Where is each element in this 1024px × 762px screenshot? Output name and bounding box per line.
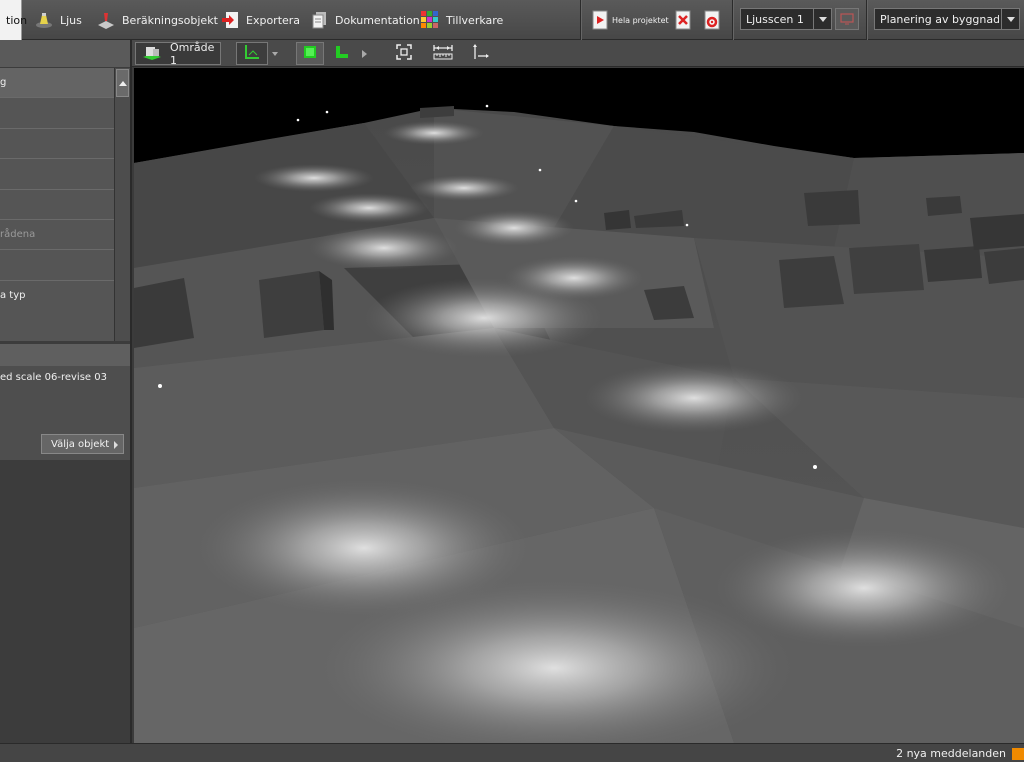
tab-export[interactable]: Exportera xyxy=(214,0,306,40)
tab-calc-objects-label: Beräkningsobjekt xyxy=(122,13,218,27)
list-item[interactable] xyxy=(0,190,114,220)
view-more-arrow[interactable] xyxy=(358,42,370,65)
chevron-down-icon xyxy=(1001,9,1019,29)
elevation-icon xyxy=(334,44,350,63)
list-item: rådena xyxy=(0,220,114,251)
light-scene-value: Ljusscen 1 xyxy=(746,12,804,26)
tab-calc-objects[interactable]: Beräkningsobjekt xyxy=(90,0,224,40)
manufacturer-grid-icon xyxy=(420,10,440,30)
run-project-button[interactable]: Hela projektet xyxy=(586,0,675,40)
zoom-extents-button[interactable] xyxy=(392,42,416,65)
project-label: Hela projektet xyxy=(612,15,669,25)
3d-viewport[interactable] xyxy=(134,68,1024,743)
object-list: g rådena a typ xyxy=(0,68,114,341)
message-indicator-icon[interactable] xyxy=(1012,748,1024,760)
3d-scene-render xyxy=(134,68,1024,743)
status-bar: 2 nya meddelanden xyxy=(0,743,1024,762)
3d-cube-icon xyxy=(302,44,318,63)
messages-link[interactable]: 2 nya meddelanden xyxy=(896,747,1006,760)
chevron-down-icon xyxy=(813,9,831,29)
tab-export-label: Exportera xyxy=(246,13,301,27)
dimension-arrows-icon xyxy=(470,43,490,64)
documents-icon xyxy=(309,10,329,30)
planning-dropdown[interactable]: Planering av byggnader... xyxy=(874,8,1020,30)
list-scrollbar[interactable] xyxy=(114,68,130,341)
tab-lights-label: Ljus xyxy=(60,13,82,27)
tab-lights[interactable]: Ljus xyxy=(28,0,88,40)
lamp-icon xyxy=(34,10,54,30)
select-object-label: Välja objekt xyxy=(51,438,110,450)
object-name: ed scale 06-revise 03 xyxy=(0,372,107,383)
ruler-icon xyxy=(432,43,454,64)
tab-construction[interactable]: tion xyxy=(0,0,27,40)
floorplan-options-dropdown[interactable] xyxy=(268,42,282,65)
info-section-header xyxy=(0,344,130,366)
run-calculation-icon xyxy=(592,10,608,30)
toolbar-divider xyxy=(732,0,733,40)
tab-documentation[interactable]: Dokumentation xyxy=(303,0,426,40)
chevron-right-icon xyxy=(114,441,118,449)
floorplan-view-button[interactable] xyxy=(236,42,268,65)
dimension-button[interactable] xyxy=(468,42,492,65)
export-icon xyxy=(220,10,240,30)
left-panel: g rådena a typ ed scale 06-revise 03 Väl… xyxy=(0,40,132,743)
tab-manufacturers[interactable]: Tillverkare xyxy=(414,0,509,40)
calculation-settings-button[interactable] xyxy=(701,0,723,40)
scene-preview-button[interactable] xyxy=(835,8,859,30)
select-object-button[interactable]: Välja objekt xyxy=(41,434,124,454)
tab-construction-label: tion xyxy=(6,13,28,27)
list-item[interactable]: g xyxy=(0,68,114,99)
list-item[interactable] xyxy=(0,129,114,160)
elevation-view-button[interactable] xyxy=(330,42,354,65)
3d-view-button[interactable] xyxy=(296,42,324,65)
chevron-right-icon xyxy=(361,49,367,58)
tab-documentation-label: Dokumentation xyxy=(335,13,420,27)
toolbar-divider xyxy=(580,0,581,40)
main-toolbar: tion Ljus Beräkningsobjekt Exportera Dok… xyxy=(0,0,1024,40)
measure-button[interactable] xyxy=(430,42,456,65)
tab-manufacturers-label: Tillverkare xyxy=(446,13,504,27)
monitor-icon xyxy=(840,13,854,25)
planning-value: Planering av byggnader... xyxy=(880,12,999,26)
list-item[interactable]: a typ xyxy=(0,281,114,311)
list-item[interactable] xyxy=(0,98,114,129)
chevron-down-icon xyxy=(272,51,278,56)
zoom-extents-icon xyxy=(395,43,413,64)
area-label: Område 1 xyxy=(170,40,215,67)
view-toolbar: Område 1 xyxy=(132,40,1024,67)
object-info-section: ed scale 06-revise 03 Välja objekt xyxy=(0,366,130,460)
area-icon xyxy=(142,44,162,63)
settings-calc-icon xyxy=(704,10,720,30)
light-scene-dropdown[interactable]: Ljusscen 1 xyxy=(740,8,832,30)
list-item[interactable] xyxy=(0,250,114,281)
floorplan-icon xyxy=(243,43,261,64)
toolbar-divider xyxy=(866,0,867,40)
list-item[interactable] xyxy=(0,159,114,190)
panel-header xyxy=(0,40,130,67)
area-selector-button[interactable]: Område 1 xyxy=(135,40,221,67)
cancel-calculation-button[interactable] xyxy=(672,0,694,40)
scroll-up-button[interactable] xyxy=(116,69,129,97)
cancel-calculation-icon xyxy=(675,10,691,30)
calc-object-icon xyxy=(96,10,116,30)
